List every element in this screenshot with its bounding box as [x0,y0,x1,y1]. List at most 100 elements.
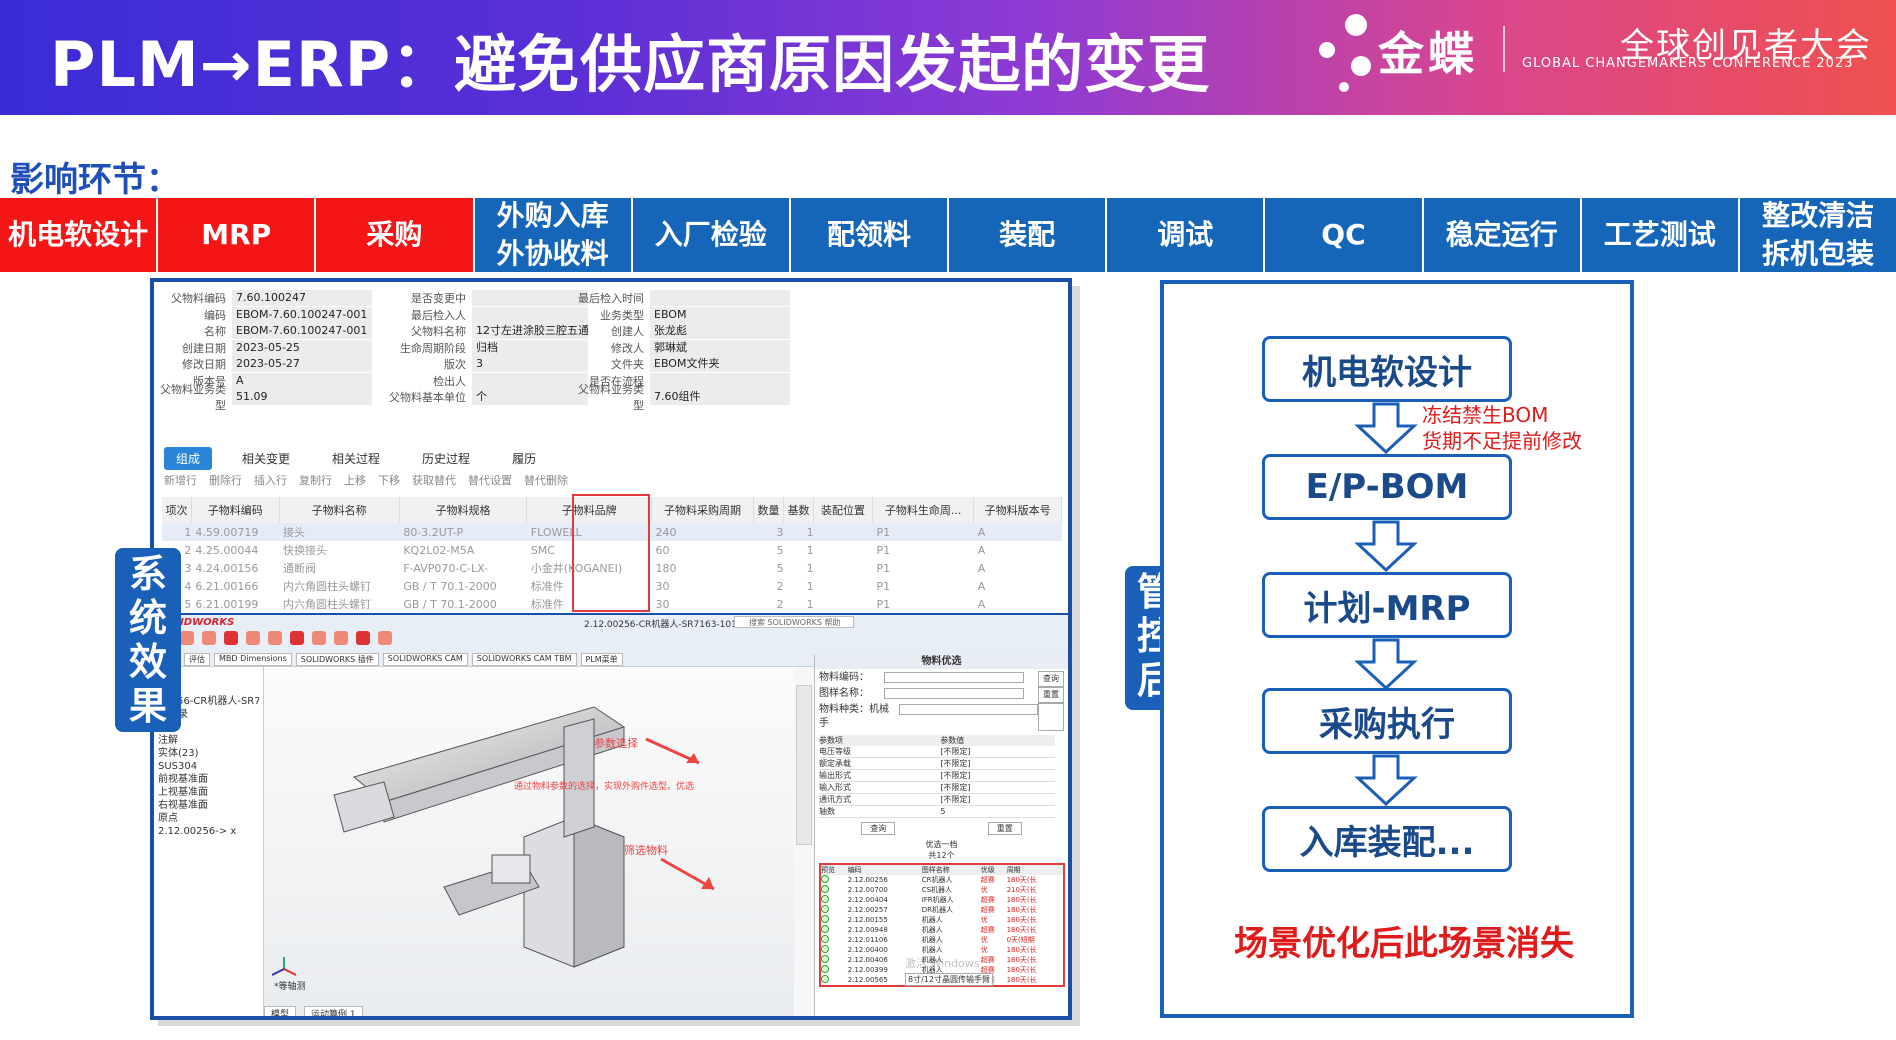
tree-node[interactable]: 前视基准面 [158,773,259,786]
column-header[interactable]: 子物料生命周... [872,497,975,523]
cad-tab[interactable]: MBD Dimensions [214,653,292,666]
check-icon[interactable] [820,905,848,915]
side-field[interactable]: 物料编码： 查询 [819,671,1064,687]
erp-tab[interactable]: 相关过程 [320,447,392,470]
cad-tab[interactable]: PLM菜单 [580,653,623,666]
side-button[interactable]: 查询 [1038,671,1064,687]
result-row[interactable]: 2.12.00948 机器人 超赛 180天(长 [820,925,1064,935]
field-value[interactable]: 7.60组件 [650,389,790,405]
column-header[interactable]: 子物料名称 [279,497,400,523]
check-icon[interactable] [820,875,848,885]
ribbon-tool-icon[interactable] [334,631,348,645]
cad-search-input[interactable]: 搜索 SOLIDWORKS 帮助 [734,616,854,628]
toolbar-button[interactable]: 获取替代 [412,472,456,488]
form-field[interactable]: 修改人 郭琳斌 [572,339,790,356]
form-field[interactable]: 最后检入人 [362,306,588,323]
tree-node[interactable]: 右视基准面 [158,799,259,812]
field-value[interactable] [472,306,588,323]
form-field[interactable]: 父物料编码 7.60.100247 [154,290,372,306]
field-value[interactable]: 2023-05-27 [232,356,372,372]
ribbon-tool-icon[interactable] [312,631,326,645]
form-field[interactable]: 父物料名称 12寸左进涂胶三腔五通断阀组件 [362,323,588,339]
side-field-input[interactable] [898,704,1039,715]
param-row[interactable]: 轴数 5 [819,805,1055,818]
toolbar-button[interactable]: 上移 [344,472,366,488]
field-value[interactable] [472,290,588,306]
column-header[interactable]: 装配位置 [813,497,873,523]
erp-tab[interactable]: 历史过程 [410,447,482,470]
side-button[interactable]: 重置 [1038,687,1064,703]
toolbar-button[interactable]: 复制行 [299,472,332,488]
field-value[interactable] [650,290,790,306]
toolbar-button[interactable]: 替代删除 [524,472,568,488]
field-value[interactable]: A [232,372,372,389]
column-header[interactable]: 数量 [753,497,785,523]
tree-node[interactable]: 注解 [158,734,259,747]
form-field[interactable]: 版次 3 [362,356,588,372]
cad-tab[interactable]: SOLIDWORKS CAM [382,653,468,666]
field-value[interactable]: 2023-05-25 [232,339,372,356]
ribbon-tool-icon[interactable] [202,631,216,645]
tree-node[interactable]: 实体(23) [158,747,259,760]
result-row[interactable]: 2.12.00400 机器人 优 180天(长 [820,945,1064,955]
result-row[interactable]: 2.12.00256 CR机器人 超赛 180天(长 [820,875,1064,885]
form-field[interactable]: 检出人 [362,372,588,389]
check-icon[interactable] [820,895,848,905]
column-header[interactable]: 基数 [783,497,815,523]
check-icon[interactable] [820,975,848,986]
form-field[interactable]: 创建人 张龙彪 [572,323,790,339]
form-field[interactable]: 父物料基本单位个 [362,389,588,405]
check-icon[interactable] [820,925,848,935]
param-row[interactable]: 输入形式 [不限定] [819,781,1055,794]
column-header[interactable]: 子物料编码 [191,497,280,523]
field-value[interactable]: 郭琳斌 [650,339,790,356]
param-row[interactable]: 通讯方式 [不限定] [819,793,1055,806]
tree-node[interactable]: 原点 [158,812,259,825]
field-value[interactable]: 张龙彪 [650,323,790,339]
cad-tab[interactable]: SOLIDWORKS CAM TBM [471,653,577,666]
form-field[interactable]: 最后检入时间 [572,290,790,306]
field-value[interactable]: 归档 [472,339,588,356]
toolbar-button[interactable]: 删除行 [209,472,242,488]
tree-node[interactable]: 上视基准面 [158,786,259,799]
ribbon-tool-icon[interactable] [378,631,392,645]
erp-tab[interactable]: 组成 [164,447,213,470]
toolbar-button[interactable]: 新增行 [164,472,197,488]
form-field[interactable]: 业务类型 EBOM [572,306,790,323]
check-icon[interactable] [820,885,848,895]
erp-tab[interactable]: 相关变更 [230,447,302,470]
form-field[interactable]: 修改日期 2023-05-27 [154,356,372,372]
column-header[interactable]: 项次 [162,497,192,523]
form-field[interactable]: 编码 EBOM-7.60.100247-001 [154,306,372,323]
form-field[interactable]: 是否变更中 [362,290,588,306]
cad-tab[interactable]: 评估 [184,653,210,666]
bottom-tab[interactable]: 模型 [264,1006,297,1016]
field-value[interactable]: EBOM-7.60.100247-001 [232,306,372,323]
bottom-tab[interactable]: 运动算例 1 [304,1006,363,1016]
form-field[interactable]: 父物料业务类型 51.09 [154,383,372,412]
field-value[interactable]: EBOM-7.60.100247-001 [232,323,372,339]
field-value[interactable]: 个 [472,389,588,405]
ribbon-tool-icon[interactable] [224,631,238,645]
ribbon-tool-icon[interactable] [290,631,304,645]
form-field[interactable]: 父物料业务类型 7.60组件 [572,383,790,412]
side-field[interactable]: 物料种类：机械手 [819,703,1065,731]
toolbar-button[interactable]: 下移 [378,472,400,488]
param-row[interactable]: 额定承载 [不限定] [819,757,1055,770]
param-row[interactable]: 电压等级 [不限定] [819,746,1055,758]
field-value[interactable]: EBOM [650,306,790,323]
field-value[interactable]: 51.09 [232,389,372,405]
ribbon-tool-icon[interactable] [180,631,194,645]
check-icon[interactable] [820,955,848,965]
toolbar-button[interactable]: 插入行 [254,472,287,488]
result-row[interactable]: 2.12.00155 机器人 优 180天(长 [820,915,1064,925]
field-value[interactable] [650,372,790,389]
tree-node[interactable]: 2.12.00256-> x [158,825,259,838]
side-field[interactable]: 图样名称： 重置 [819,687,1064,703]
side-action-button[interactable]: 重置 [987,822,1022,835]
result-row[interactable]: 2.12.01106 机器人 优 0天(短期 [820,935,1064,945]
column-header[interactable]: 子物料采购周期 [651,497,754,523]
cad-tab[interactable]: SOLIDWORKS 插件 [295,653,379,666]
side-field-input[interactable] [883,688,1024,699]
result-row[interactable]: 2.12.00404 IFR机器人 超赛 180天(长 [820,895,1064,905]
